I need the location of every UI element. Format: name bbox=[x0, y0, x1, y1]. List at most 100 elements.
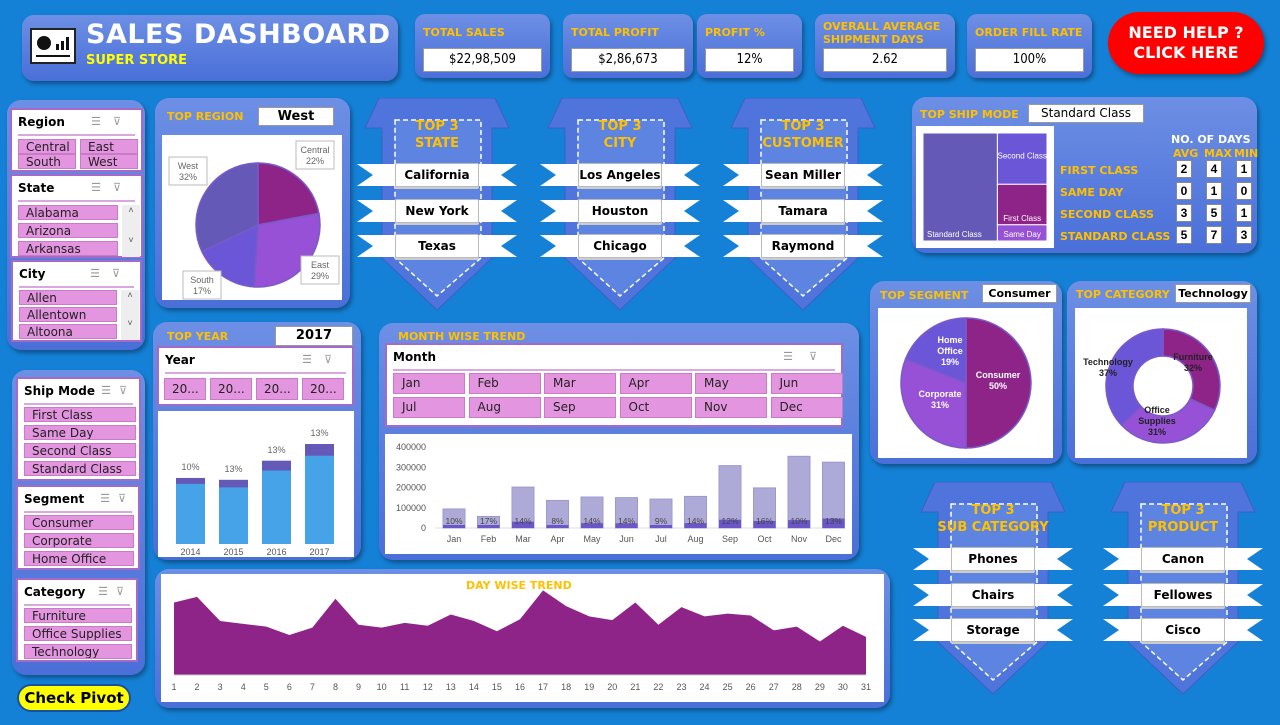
slicer-item[interactable]: Aug bbox=[468, 397, 541, 418]
slicer-item[interactable]: Mar bbox=[544, 373, 616, 394]
slicer-item[interactable]: Home Office bbox=[24, 551, 134, 566]
need-help-button[interactable]: NEED HELP ? CLICK HERE bbox=[1108, 12, 1264, 74]
x-tick-label: Jul bbox=[655, 534, 667, 544]
multi-select-icon[interactable]: ☰ bbox=[783, 351, 809, 363]
multi-select-icon[interactable]: ☰ bbox=[98, 586, 116, 598]
slicer-item[interactable]: Second Class bbox=[24, 443, 136, 458]
slicer-item[interactable]: Dec bbox=[770, 397, 843, 418]
multi-select-icon[interactable]: ☰ bbox=[91, 116, 113, 128]
ribbon: Texas bbox=[357, 231, 517, 261]
top3-customer-banner: TOP 3 CUSTOMER Sean Miller Tamara Raymond bbox=[723, 98, 883, 313]
scrollbar[interactable]: ˄ ˅ bbox=[122, 205, 140, 257]
slicer-item[interactable]: Altoona bbox=[19, 324, 117, 339]
slicer-item[interactable]: 20... bbox=[210, 378, 252, 400]
multi-select-icon[interactable]: ☰ bbox=[302, 354, 324, 366]
multi-select-icon[interactable]: ☰ bbox=[91, 182, 113, 194]
top-year-panel: TOP YEAR 2017 Year ☰⊽ 20... 20... 20... … bbox=[153, 322, 361, 560]
slicer-item[interactable]: Allentown bbox=[19, 307, 117, 322]
slicer-item[interactable]: Apr bbox=[619, 373, 692, 394]
scroll-down-icon[interactable]: ˅ bbox=[122, 235, 140, 245]
slicer-item[interactable]: Central bbox=[18, 139, 76, 154]
slicer-icons: ☰⊽ bbox=[100, 492, 134, 505]
x-tick-label: 21 bbox=[630, 682, 640, 692]
x-tick-label: Mar bbox=[515, 534, 531, 544]
slicer-item[interactable]: 20... bbox=[256, 378, 298, 400]
ribbon: Sean Miller bbox=[723, 160, 883, 190]
multi-select-icon[interactable]: ☰ bbox=[101, 385, 119, 397]
slicer-item[interactable]: First Class bbox=[24, 407, 136, 422]
x-tick-label: Aug bbox=[687, 534, 703, 544]
slicer-item[interactable]: Technology bbox=[24, 644, 132, 659]
category-donut-chart: Furniture32% OfficeSupplies31% Technology3… bbox=[1075, 308, 1247, 458]
slicer-item[interactable]: Nov bbox=[695, 397, 767, 418]
banner-title: TOP 3 SUB CATEGORY bbox=[913, 502, 1073, 536]
slicer-item[interactable]: Feb bbox=[468, 373, 541, 394]
y-tick-label: 100000 bbox=[396, 503, 426, 513]
slicer-item[interactable]: 20... bbox=[164, 378, 206, 400]
days-max-value: 7 bbox=[1206, 226, 1222, 244]
profit-bar bbox=[176, 477, 205, 484]
data-label: 10% bbox=[790, 516, 807, 526]
top-ship-mode-panel: TOP SHIP MODE Standard Class Standard Cl… bbox=[912, 97, 1258, 253]
ship-mode-slicer: Ship Mode ☰⊽ First Class Same Day Second… bbox=[16, 377, 141, 481]
clear-filter-icon[interactable]: ⊽ bbox=[116, 586, 132, 598]
slicer-item[interactable]: Same Day bbox=[24, 425, 136, 440]
month-bar-chart: 0 100000 200000 300000 400000 10% Jan 17% Feb 14%… bbox=[385, 434, 852, 554]
slicer-item[interactable]: Jul bbox=[393, 397, 465, 418]
multi-select-icon[interactable]: ☰ bbox=[100, 493, 118, 505]
kpi-total-sales: TOTAL SALES $22,98,509 bbox=[415, 14, 550, 78]
slicer-item[interactable]: Furniture bbox=[24, 608, 132, 623]
x-tick-label: 26 bbox=[746, 682, 756, 692]
slicer-item[interactable]: Arizona bbox=[18, 223, 118, 238]
slicer-item[interactable]: South bbox=[18, 154, 76, 169]
x-tick-label: 2017 bbox=[309, 547, 329, 557]
slicer-item[interactable]: Alabama bbox=[18, 205, 118, 220]
slice-label: 31% bbox=[931, 400, 949, 410]
slicer-icons: ☰⊽ bbox=[91, 115, 133, 128]
header-panel: SALES DASHBOARD SUPER STORE bbox=[22, 15, 398, 81]
top-ship-mode-label: TOP SHIP MODE bbox=[920, 108, 1019, 121]
slicer-item[interactable]: East bbox=[80, 139, 138, 154]
slice-value: 22% bbox=[306, 156, 324, 166]
slicer-item[interactable]: Corporate bbox=[24, 533, 134, 548]
slicer-item[interactable]: Standard Class bbox=[24, 461, 136, 476]
clear-filter-icon[interactable]: ⊽ bbox=[809, 351, 833, 363]
scroll-up-icon[interactable]: ˄ bbox=[121, 290, 139, 300]
slicer-item[interactable]: Oct bbox=[619, 397, 692, 418]
banner-title-line2: STATE bbox=[414, 136, 460, 151]
banner-title-line1: TOP 3 bbox=[415, 119, 459, 134]
days-max-value: 5 bbox=[1206, 204, 1222, 222]
scroll-down-icon[interactable]: ˅ bbox=[121, 318, 139, 328]
top-category-value: Technology bbox=[1175, 284, 1251, 303]
clear-filter-icon[interactable]: ⊽ bbox=[112, 268, 132, 280]
slicer-item[interactable]: May bbox=[695, 373, 767, 394]
city-slicer: City ☰⊽ Allen Allentown Altoona ˄ ˅ bbox=[11, 260, 142, 342]
x-tick-label: 24 bbox=[700, 682, 710, 692]
slicer-item[interactable]: Consumer bbox=[24, 515, 134, 530]
slicer-item[interactable]: Office Supplies bbox=[24, 626, 132, 641]
scroll-up-icon[interactable]: ˄ bbox=[122, 205, 140, 215]
slicer-item[interactable]: Arkansas bbox=[18, 241, 118, 256]
slicer-item[interactable]: Allen bbox=[19, 290, 117, 305]
x-tick-label: Apr bbox=[550, 534, 564, 544]
clear-filter-icon[interactable]: ⊽ bbox=[113, 182, 133, 194]
x-tick-label: 4 bbox=[241, 682, 246, 692]
top3-item: Phones bbox=[951, 547, 1035, 571]
slice-label: South bbox=[190, 275, 214, 285]
clear-filter-icon[interactable]: ⊽ bbox=[324, 354, 344, 366]
clear-filter-icon[interactable]: ⊽ bbox=[118, 493, 134, 505]
check-pivot-button[interactable]: Check Pivot bbox=[17, 684, 131, 712]
days-min-value: 1 bbox=[1236, 160, 1252, 178]
slicer-item[interactable]: Jan bbox=[393, 373, 465, 394]
slicer-item[interactable]: 20... bbox=[302, 378, 344, 400]
slicer-item[interactable]: West bbox=[80, 154, 138, 169]
scrollbar[interactable]: ˄ ˅ bbox=[121, 290, 139, 340]
clear-filter-icon[interactable]: ⊽ bbox=[119, 385, 135, 397]
day-wise-panel: 1 2 3 4 5 6 7 8 9 10 11 12 13 14 15 16 17 18 19 20 21 22 23 24 2… bbox=[155, 569, 890, 708]
clear-filter-icon[interactable]: ⊽ bbox=[113, 116, 133, 128]
data-label: 13% bbox=[267, 445, 285, 455]
slicer-item[interactable]: Sep bbox=[544, 397, 616, 418]
multi-select-icon[interactable]: ☰ bbox=[90, 268, 112, 280]
slicer-item[interactable]: Jun bbox=[770, 373, 843, 394]
treemap-label: Second Class bbox=[998, 152, 1047, 161]
